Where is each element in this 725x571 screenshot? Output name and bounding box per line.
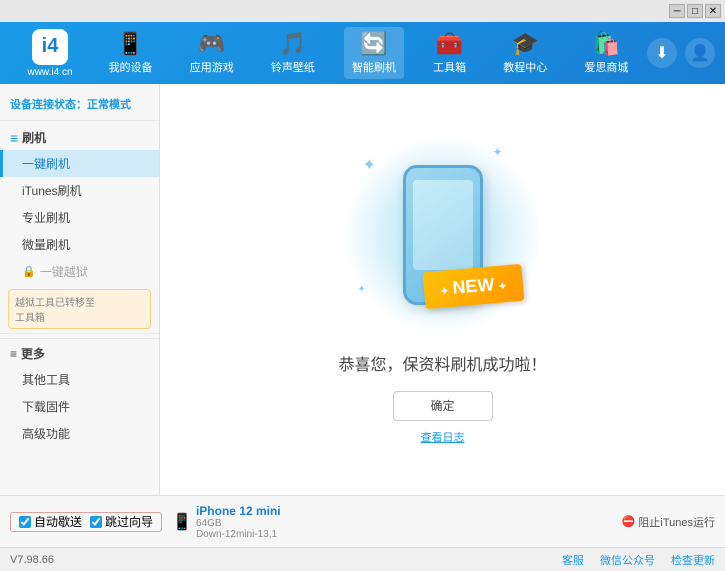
block-itunes-button[interactable]: ⛔ 阻止iTunes运行: [622, 514, 715, 530]
nav-smart-flash[interactable]: 🔄 智能刷机: [344, 27, 404, 79]
nav-ringtone[interactable]: 🎵 铃声壁纸: [263, 27, 323, 79]
status-footer: V7.98.66 客服 微信公众号 检查更新: [0, 547, 725, 571]
nav-label: 爱思商城: [584, 59, 628, 75]
tutorial-icon: 🎓: [512, 31, 539, 57]
auto-send-checkbox[interactable]: [19, 516, 31, 528]
view-log-link[interactable]: 查看日志: [421, 429, 465, 445]
flash-section-icon: ≡: [10, 130, 18, 146]
nav-tutorial[interactable]: 🎓 教程中心: [495, 27, 555, 79]
sidebar-item-jailbreak: 🔒 一键越狱: [0, 258, 159, 285]
store-icon: 🛍️: [593, 31, 620, 57]
minimize-button[interactable]: ─: [669, 4, 685, 18]
check-update-link[interactable]: 检查更新: [671, 552, 715, 568]
sidebar-item-one-click-flash[interactable]: 一键刷机: [0, 150, 159, 177]
sidebar-item-itunes-flash[interactable]: iTunes刷机: [0, 177, 159, 204]
checkbox-group: 自动歇送 跳过向导: [10, 512, 162, 532]
device-storage: 64GB: [196, 518, 281, 529]
skip-guide-checkbox[interactable]: [90, 516, 102, 528]
jailbreak-notice: 越狱工具已转移至 工具箱: [8, 289, 151, 329]
device-icon: 📱: [117, 31, 144, 57]
customer-service-link[interactable]: 客服: [562, 552, 584, 568]
flash-section-header: ≡ 刷机: [0, 125, 159, 150]
nav-label: 铃声壁纸: [271, 59, 315, 75]
main-content: ✦ ✦ ✦ NEW 恭喜您，保资料刷机成功啦！ 确定 查看日志: [160, 84, 725, 495]
device-phone-icon: 📱: [172, 512, 192, 532]
more-icon: ≡: [10, 347, 17, 361]
logo-subtext: www.i4.cn: [27, 67, 72, 78]
flash-icon: 🔄: [360, 31, 387, 57]
download-button[interactable]: ⬇: [647, 38, 677, 68]
skip-guide-label: 跳过向导: [105, 513, 153, 530]
lock-icon: 🔒: [22, 265, 36, 278]
notice-line2: 工具箱: [15, 309, 144, 324]
sidebar-item-advanced[interactable]: 高级功能: [0, 420, 159, 447]
auto-send-label: 自动歇送: [34, 513, 82, 530]
sparkle-icon-1: ✦: [363, 155, 376, 175]
block-itunes-label: 阻止iTunes运行: [638, 514, 715, 530]
device-model: Down-12mini-13,1: [196, 529, 281, 540]
device-name: iPhone 12 mini: [196, 504, 281, 518]
header-right: ⬇ 👤: [647, 38, 715, 68]
title-bar: ─ □ ✕: [0, 0, 725, 22]
nav-toolbox[interactable]: 🧰 工具箱: [425, 27, 474, 79]
block-itunes-icon: ⛔: [622, 515, 636, 528]
phone-illustration: ✦ ✦ ✦ NEW: [353, 135, 533, 335]
phone-screen: [413, 180, 473, 270]
nav-store[interactable]: 🛍️ 爱思商城: [576, 27, 636, 79]
more-section-header: ≡ 更多: [0, 338, 159, 366]
footer-links: 客服 微信公众号 检查更新: [562, 552, 715, 568]
sidebar: 设备连接状态：正常模式 ≡ 刷机 一键刷机 iTunes刷机 专业刷机 微量刷机…: [0, 84, 160, 495]
success-message: 恭喜您，保资料刷机成功啦！: [338, 351, 546, 375]
version-text: V7.98.66: [10, 554, 54, 566]
nav-label: 应用游戏: [190, 59, 234, 75]
sparkle-icon-3: ✦: [358, 284, 366, 295]
header: i4 www.i4.cn 📱 我的设备 🎮 应用游戏 🎵 铃声壁纸 🔄 智能刷机…: [0, 22, 725, 84]
status-label: 设备连接状态：: [10, 99, 87, 111]
wechat-link[interactable]: 微信公众号: [600, 552, 655, 568]
user-button[interactable]: 👤: [685, 38, 715, 68]
device-bar: 自动歇送 跳过向导 📱 iPhone 12 mini 64GB Down-12m…: [0, 495, 725, 547]
logo-icon: i4: [32, 29, 68, 65]
main-container: 设备连接状态：正常模式 ≡ 刷机 一键刷机 iTunes刷机 专业刷机 微量刷机…: [0, 84, 725, 495]
nav-label: 智能刷机: [352, 59, 396, 75]
notice-line1: 越狱工具已转移至: [15, 294, 144, 309]
close-button[interactable]: ✕: [705, 4, 721, 18]
sidebar-item-download-firmware[interactable]: 下载固件: [0, 393, 159, 420]
app-icon: 🎮: [198, 31, 225, 57]
new-badge: NEW: [422, 263, 524, 308]
sparkle-icon-2: ✦: [492, 145, 502, 159]
sidebar-divider: [0, 333, 159, 334]
maximize-button[interactable]: □: [687, 4, 703, 18]
confirm-button[interactable]: 确定: [393, 391, 493, 421]
toolbox-icon: 🧰: [436, 31, 463, 57]
device-info: iPhone 12 mini 64GB Down-12mini-13,1: [196, 504, 281, 540]
nav-app-games[interactable]: 🎮 应用游戏: [182, 27, 242, 79]
auto-send-checkbox-item: 自动歇送: [19, 513, 82, 530]
status-value: 正常模式: [87, 99, 131, 111]
sidebar-item-save-flash[interactable]: 微量刷机: [0, 231, 159, 258]
sidebar-item-other-tools[interactable]: 其他工具: [0, 366, 159, 393]
skip-guide-checkbox-item: 跳过向导: [90, 513, 153, 530]
connection-status: 设备连接状态：正常模式: [0, 92, 159, 121]
sidebar-item-pro-flash[interactable]: 专业刷机: [0, 204, 159, 231]
nav-label: 工具箱: [433, 59, 466, 75]
nav-label: 我的设备: [109, 59, 153, 75]
nav-my-device[interactable]: 📱 我的设备: [101, 27, 161, 79]
ringtone-icon: 🎵: [279, 31, 306, 57]
logo[interactable]: i4 www.i4.cn: [10, 29, 90, 78]
nav-bar: 📱 我的设备 🎮 应用游戏 🎵 铃声壁纸 🔄 智能刷机 🧰 工具箱 🎓 教程中心…: [90, 27, 647, 79]
nav-label: 教程中心: [503, 59, 547, 75]
